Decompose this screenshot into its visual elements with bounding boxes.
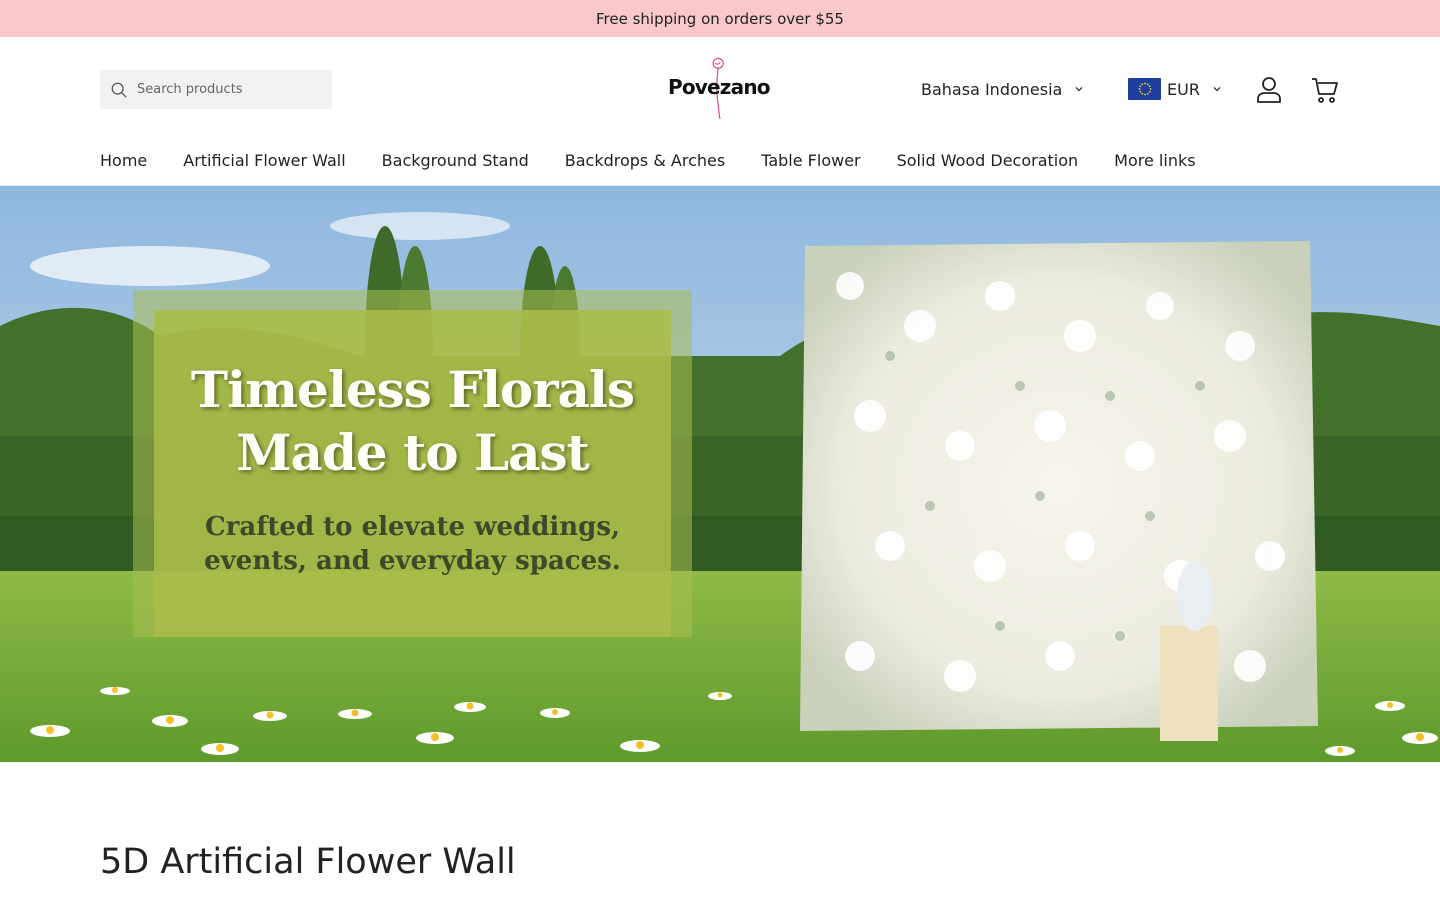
header: Povezano Bahasa Indonesia EUR xyxy=(0,37,1440,141)
nav-item-table-flower[interactable]: Table Flower xyxy=(761,141,860,173)
cart-icon[interactable] xyxy=(1311,75,1339,105)
chevron-down-icon xyxy=(1075,87,1083,92)
nav-item-background-stand[interactable]: Background Stand xyxy=(382,141,529,173)
nav-item-artificial-flower-wall[interactable]: Artificial Flower Wall xyxy=(183,141,345,173)
search-icon xyxy=(111,82,127,98)
nav-item-backdrops-arches[interactable]: Backdrops & Arches xyxy=(565,141,725,173)
hero-banner[interactable]: Timeless Florals Made to Last Crafted to… xyxy=(0,186,1440,762)
hero-subtitle: Crafted to elevate weddings, events, and… xyxy=(204,512,621,576)
logo-text: Povezano xyxy=(668,75,771,99)
hero-title: Timeless Florals Made to Last xyxy=(190,360,635,482)
currency-selector[interactable]: EUR xyxy=(1128,77,1222,101)
section-title: 5D Artificial Flower Wall xyxy=(100,842,516,882)
search-input[interactable] xyxy=(137,82,317,97)
main-nav: Home Artificial Flower Wall Background S… xyxy=(0,141,1440,186)
currency-label: EUR xyxy=(1167,79,1200,99)
nav-item-more-links[interactable]: More links xyxy=(1114,141,1195,173)
nav-item-home[interactable]: Home xyxy=(100,141,147,173)
announcement-bar: Free shipping on orders over $55 xyxy=(0,0,1440,37)
language-selector[interactable]: Bahasa Indonesia xyxy=(921,77,1084,101)
nav-item-solid-wood-decoration[interactable]: Solid Wood Decoration xyxy=(897,141,1079,173)
site-logo[interactable]: Povezano xyxy=(668,55,772,121)
announcement-text: Free shipping on orders over $55 xyxy=(596,9,844,28)
user-icon[interactable] xyxy=(1255,75,1283,105)
language-label: Bahasa Indonesia xyxy=(921,79,1063,99)
search-box[interactable] xyxy=(100,70,332,109)
eu-flag-icon xyxy=(1128,78,1161,100)
chevron-down-icon xyxy=(1213,87,1221,92)
